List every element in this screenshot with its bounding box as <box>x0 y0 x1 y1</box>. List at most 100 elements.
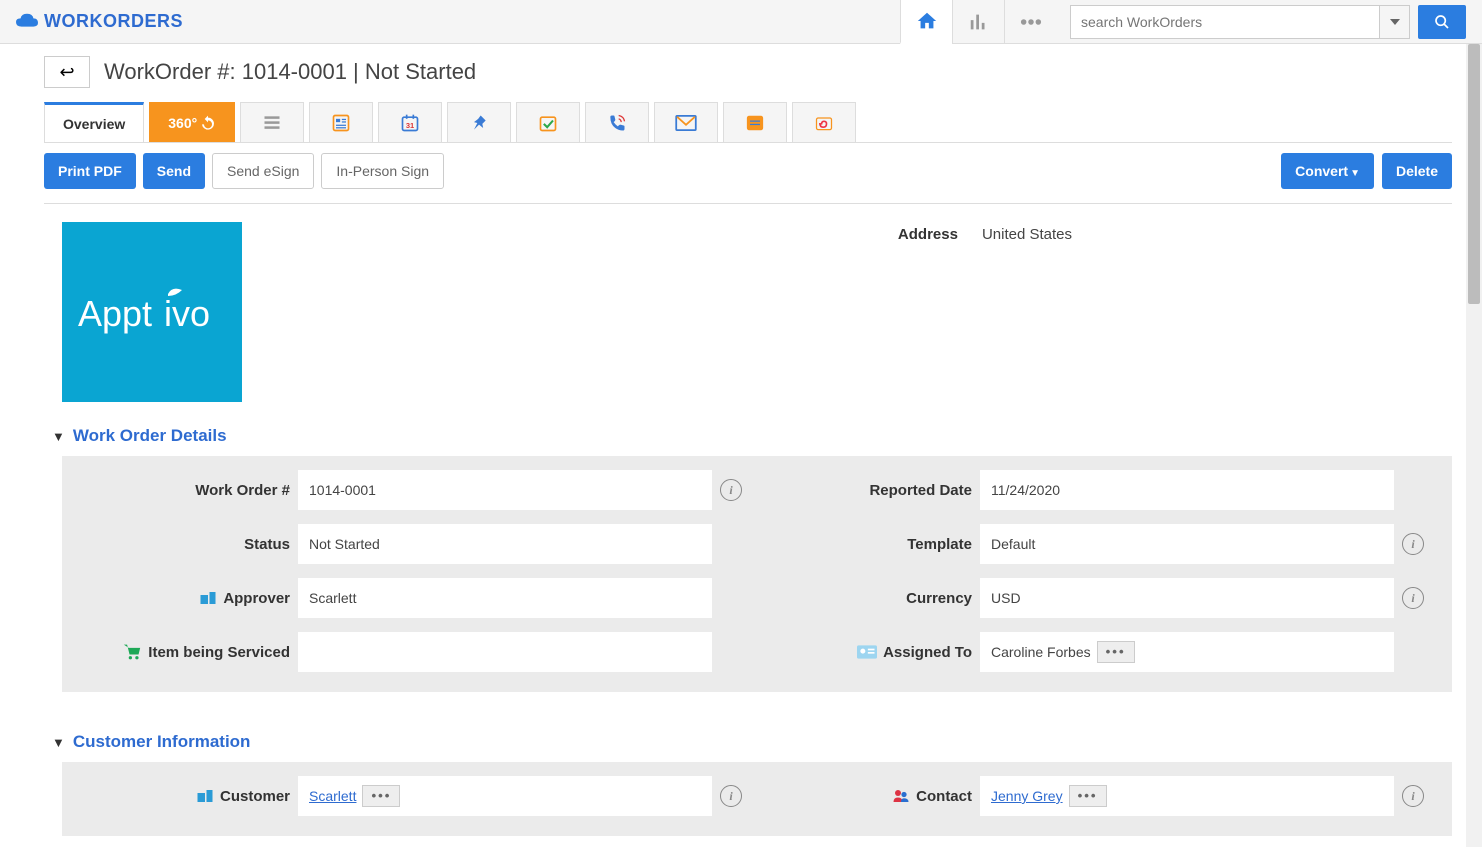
customer-picker-button[interactable]: ••• <box>362 785 400 806</box>
convert-label: Convert <box>1295 163 1348 179</box>
delete-button[interactable]: Delete <box>1382 153 1452 189</box>
address-value: United States <box>982 226 1072 402</box>
top-right <box>900 0 1466 44</box>
info-icon[interactable]: i <box>1402 533 1424 555</box>
field-contact: Contact Jenny Grey ••• i <box>772 776 1424 816</box>
bar-chart-icon <box>968 11 990 33</box>
label-assigned-text: Assigned To <box>883 644 972 661</box>
chevron-down-icon: ▼ <box>52 735 65 750</box>
info-icon[interactable]: i <box>1402 587 1424 609</box>
label-reported-date: Reported Date <box>772 482 972 499</box>
value-currency[interactable]: USD <box>980 578 1394 618</box>
value-assigned-to[interactable]: Caroline Forbes ••• <box>980 632 1394 672</box>
people-icon <box>892 788 910 804</box>
tab-pin[interactable] <box>447 102 511 142</box>
contact-picker-button[interactable]: ••• <box>1069 785 1107 806</box>
value-item-serviced[interactable] <box>298 632 712 672</box>
value-status[interactable]: Not Started <box>298 524 712 564</box>
pin-icon <box>469 113 489 133</box>
scrollbar[interactable] <box>1466 44 1482 847</box>
refresh-icon <box>200 115 216 131</box>
tab-360[interactable]: 360° <box>149 102 235 142</box>
search-dropdown[interactable] <box>1380 5 1410 39</box>
svg-text:31: 31 <box>406 121 414 130</box>
info-icon[interactable]: i <box>720 479 742 501</box>
print-pdf-button[interactable]: Print PDF <box>44 153 136 189</box>
section-title-details: Work Order Details <box>73 426 227 446</box>
value-reported-date[interactable]: 11/24/2020 <box>980 470 1394 510</box>
search-wrap <box>1070 5 1466 39</box>
cart-icon <box>122 643 142 661</box>
value-contact[interactable]: Jenny Grey ••• <box>980 776 1394 816</box>
back-button[interactable]: ↩ <box>44 56 90 88</box>
caret-down-icon: ▼ <box>1350 168 1360 179</box>
search-input[interactable] <box>1070 5 1380 39</box>
app-brand[interactable]: WORKORDERS <box>16 11 183 32</box>
value-customer[interactable]: Scarlett ••• <box>298 776 712 816</box>
attachment-icon <box>814 113 834 133</box>
svg-text:Appt: Appt <box>78 293 152 334</box>
field-workorder-num: Work Order # 1014-0001 i <box>90 470 742 510</box>
info-icon[interactable]: i <box>720 785 742 807</box>
building-icon <box>196 788 214 804</box>
convert-button[interactable]: Convert▼ <box>1281 153 1374 189</box>
address-label: Address <box>898 226 958 402</box>
contact-link[interactable]: Jenny Grey <box>991 788 1063 804</box>
label-contact-text: Contact <box>916 788 972 805</box>
section-header-customer[interactable]: ▼ Customer Information <box>44 718 1452 762</box>
label-item-serviced: Item being Serviced <box>90 643 290 661</box>
home-icon <box>916 10 938 32</box>
page-title: WorkOrder #: 1014-0001 | Not Started <box>104 59 476 85</box>
list-icon <box>262 113 282 133</box>
section-title-customer: Customer Information <box>73 732 251 752</box>
in-person-sign-button[interactable]: In-Person Sign <box>321 153 444 189</box>
label-item-text: Item being Serviced <box>148 644 290 661</box>
info-icon[interactable]: i <box>1402 785 1424 807</box>
label-status: Status <box>90 536 290 553</box>
chevron-down-icon: ▼ <box>52 429 65 444</box>
title-row: ↩ WorkOrder #: 1014-0001 | Not Started <box>44 56 1452 88</box>
more-nav[interactable] <box>1004 0 1056 44</box>
send-esign-button[interactable]: Send eSign <box>212 153 314 189</box>
search-icon <box>1434 14 1450 30</box>
task-icon <box>538 113 558 133</box>
assigned-picker-button[interactable]: ••• <box>1097 641 1135 662</box>
section-header-details[interactable]: ▼ Work Order Details <box>44 412 1452 456</box>
send-button[interactable]: Send <box>143 153 205 189</box>
tab-mail[interactable] <box>654 102 718 142</box>
tab-calendar[interactable]: 31 <box>378 102 442 142</box>
news-icon <box>331 113 351 133</box>
tab-list[interactable] <box>240 102 304 142</box>
main-content: ▶ ↩ WorkOrder #: 1014-0001 | Not Started… <box>0 44 1482 866</box>
address-block: Address United States <box>898 222 1452 402</box>
value-approver[interactable]: Scarlett <box>298 578 712 618</box>
field-currency: Currency USD i <box>772 578 1424 618</box>
tab-overview[interactable]: Overview <box>44 102 144 142</box>
mail-icon <box>675 115 697 131</box>
customer-panel: Customer Scarlett ••• i Contact Jenny Gr… <box>62 762 1452 836</box>
scrollbar-thumb[interactable] <box>1468 44 1480 304</box>
field-customer: Customer Scarlett ••• i <box>90 776 742 816</box>
label-customer-text: Customer <box>220 788 290 805</box>
home-nav[interactable] <box>900 0 952 44</box>
label-contact: Contact <box>772 788 972 805</box>
stats-nav[interactable] <box>952 0 1004 44</box>
field-assigned-to: Assigned To Caroline Forbes ••• <box>772 632 1424 672</box>
customer-link[interactable]: Scarlett <box>309 788 356 804</box>
tab-note[interactable] <box>723 102 787 142</box>
tab-news[interactable] <box>309 102 373 142</box>
tab-attachment[interactable] <box>792 102 856 142</box>
cloud-icon <box>16 13 38 31</box>
search-button[interactable] <box>1418 5 1466 39</box>
value-workorder-num[interactable]: 1014-0001 <box>298 470 712 510</box>
tab-call[interactable] <box>585 102 649 142</box>
label-assigned-to: Assigned To <box>772 644 972 661</box>
tabs-row: Overview 360° 31 <box>44 102 1452 143</box>
apptivo-logo-icon: Appt ivo <box>72 282 232 342</box>
field-approver: Approver Scarlett <box>90 578 742 618</box>
company-logo: Appt ivo <box>62 222 242 402</box>
value-template[interactable]: Default <box>980 524 1394 564</box>
tab-task[interactable] <box>516 102 580 142</box>
phone-icon <box>607 113 627 133</box>
label-template: Template <box>772 536 972 553</box>
